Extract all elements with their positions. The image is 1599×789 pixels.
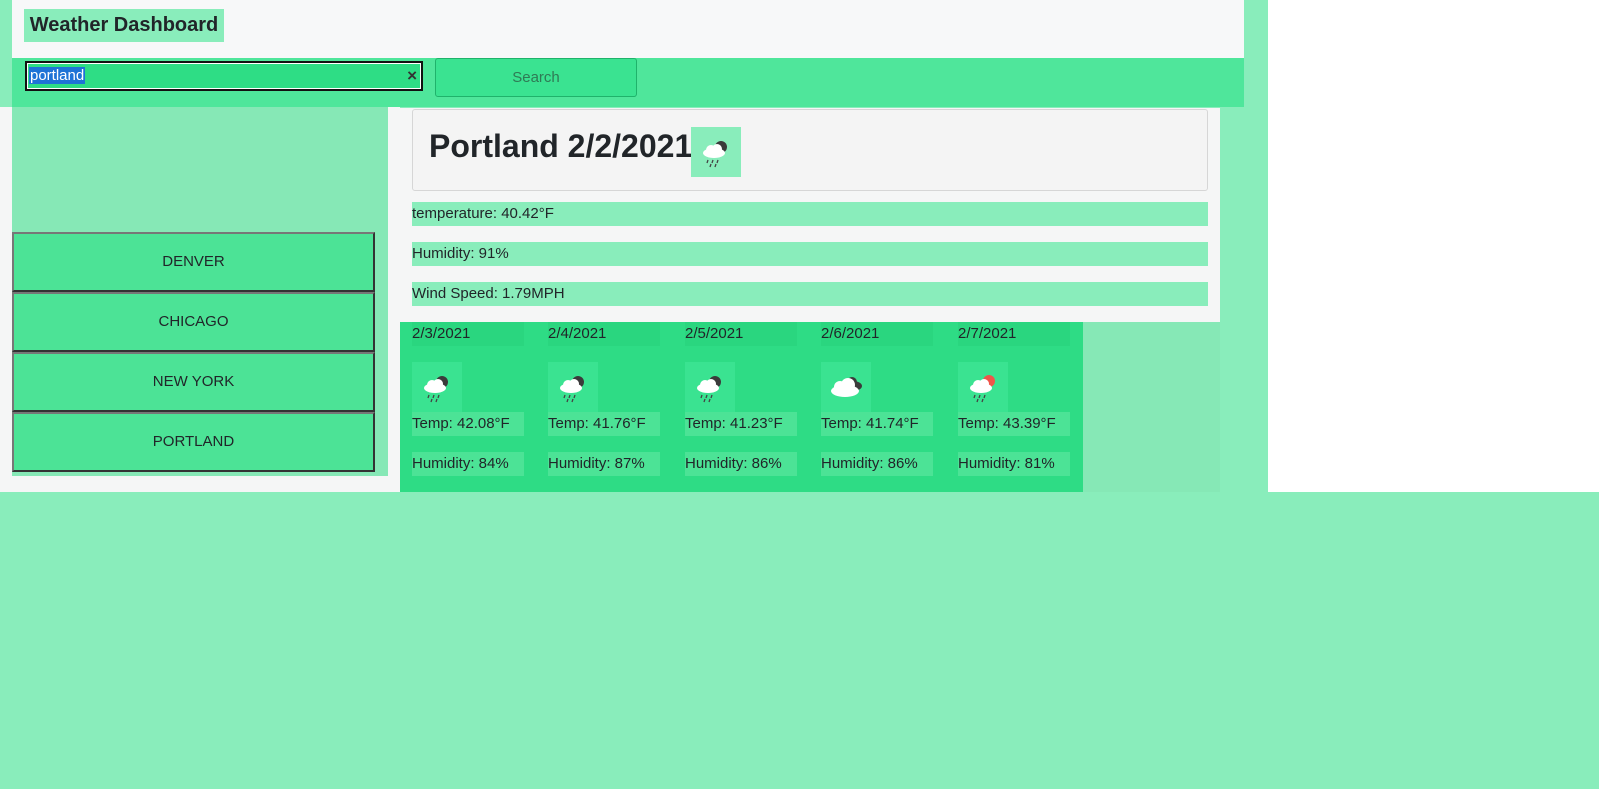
page-title: Weather Dashboard [24, 9, 224, 42]
forecast-temp: Temp: 41.23°F [685, 412, 797, 436]
search-bar: portland × Search [12, 58, 1244, 107]
five-day-forecast: 2/3/2021 Temp: 42.08°F Humidity: 84% 2/4… [400, 322, 1083, 492]
current-wind-speed: Wind Speed: 1.79MPH [412, 282, 1208, 306]
forecast-temp: Temp: 42.08°F [412, 412, 524, 436]
forecast-humidity: Humidity: 86% [685, 452, 797, 476]
current-city-card: Portland 2/2/2021 [412, 109, 1208, 191]
current-weather: Portland 2/2/2021 temperature: 40.42°F H… [400, 108, 1220, 322]
main-panel: Portland 2/2/2021 temperature: 40.42°F H… [400, 108, 1220, 492]
forecast-date: 2/4/2021 [548, 322, 660, 346]
forecast-humidity: Humidity: 81% [958, 452, 1070, 476]
forecast-humidity: Humidity: 87% [548, 452, 660, 476]
forecast-day: 2/6/2021 Temp: 41.74°F Humidity: 86% [821, 322, 933, 476]
forecast-day: 2/4/2021 Temp: 41.76°F Humidity: 87% [548, 322, 660, 476]
forecast-temp: Temp: 43.39°F [958, 412, 1070, 436]
rain-cloud-icon [691, 127, 741, 177]
cloudy-icon [821, 362, 871, 412]
search-button[interactable]: Search [435, 58, 637, 97]
forecast-temp: Temp: 41.74°F [821, 412, 933, 436]
search-history: DENVER CHICAGO NEW YORK PORTLAND [12, 232, 375, 472]
rain-cloud-icon [685, 362, 735, 412]
forecast-date: 2/7/2021 [958, 322, 1070, 346]
history-item-new-york[interactable]: NEW YORK [12, 352, 375, 412]
header: Weather Dashboard [12, 0, 1244, 58]
forecast-date: 2/3/2021 [412, 322, 524, 346]
rain-cloud-icon [548, 362, 598, 412]
history-item-portland[interactable]: PORTLAND [12, 412, 375, 472]
rain-cloud-icon [412, 362, 462, 412]
rain-sun-icon [958, 362, 1008, 412]
forecast-humidity: Humidity: 86% [821, 452, 933, 476]
forecast-date: 2/5/2021 [685, 322, 797, 346]
forecast-day: 2/3/2021 Temp: 42.08°F Humidity: 84% [412, 322, 524, 476]
current-humidity: Humidity: 91% [412, 242, 1208, 266]
forecast-humidity: Humidity: 84% [412, 452, 524, 476]
blank-area [1268, 0, 1599, 492]
history-item-denver[interactable]: DENVER [12, 232, 375, 292]
current-city-heading: Portland 2/2/2021 [429, 128, 693, 164]
forecast-day: 2/7/2021 Temp: 43.39°F Humidity: 81% [958, 322, 1070, 476]
forecast-temp: Temp: 41.76°F [548, 412, 660, 436]
search-input-value: portland [29, 67, 86, 84]
clear-icon[interactable]: × [407, 63, 417, 89]
forecast-date: 2/6/2021 [821, 322, 933, 346]
search-input[interactable]: portland × [25, 61, 423, 91]
current-temperature: temperature: 40.42°F [412, 202, 1208, 226]
forecast-day: 2/5/2021 Temp: 41.23°F Humidity: 86% [685, 322, 797, 476]
history-item-chicago[interactable]: CHICAGO [12, 292, 375, 352]
